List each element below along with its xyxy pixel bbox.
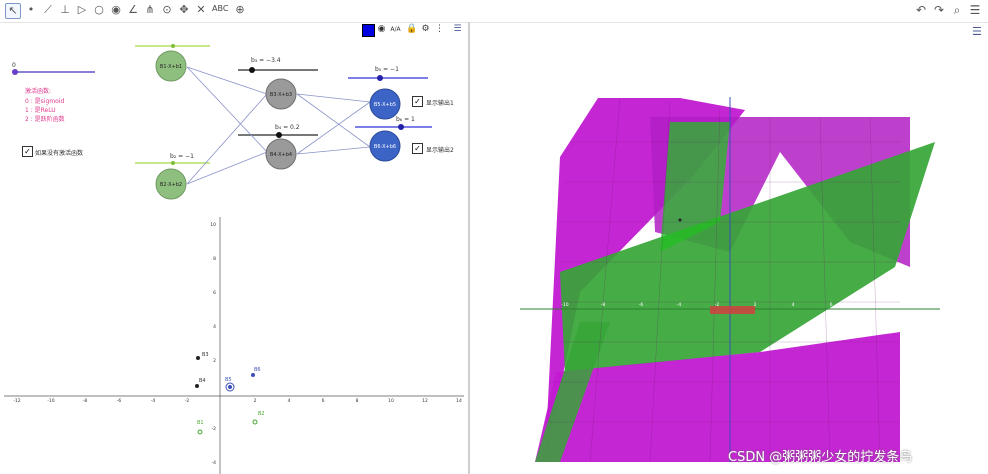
angle-tool-icon[interactable]: ∠ — [126, 3, 140, 17]
output2-checkbox[interactable]: ✓ — [412, 143, 423, 154]
3d-tick-label: 8 — [868, 302, 871, 308]
y-tick-label: -2 — [212, 426, 217, 432]
line-tool-icon[interactable]: ⟋ — [41, 3, 55, 17]
x-tick-label: -8 — [83, 398, 88, 404]
slider-b6-label: b₆ = 1 — [396, 116, 415, 123]
point-b2-label: B2 — [258, 411, 265, 417]
y-tick-label: 10 — [210, 222, 216, 228]
node-3-label: B3·X+b3 — [270, 92, 292, 98]
graphics-3d-view[interactable]: -10 -8 -6 -4 -2 2 4 6 8 — [470, 22, 988, 474]
slider-tool-icon[interactable]: ⊙ — [160, 3, 174, 17]
output1-label: 显示输出1 — [426, 100, 454, 107]
node-2-label: B2·X+b2 — [160, 182, 182, 188]
activation-option-1: 1 : 是ReLU — [25, 107, 56, 114]
slider-b5-label: b₅ = −1 — [375, 66, 399, 73]
output2-label: 显示输出2 — [426, 147, 454, 154]
point-b5[interactable] — [228, 385, 232, 389]
x-tick-label: -10 — [47, 398, 54, 404]
move-tool-icon[interactable]: ↖ — [5, 3, 21, 19]
watermark: CSDN @粥粥粥少女的拧发条鸟 — [728, 450, 913, 465]
circle-tool-icon[interactable]: ○ — [92, 3, 106, 17]
point-b3-label: B3 — [202, 352, 209, 358]
y-tick-labels: 10 8 6 4 2 -2 -4 — [210, 222, 216, 466]
point-b1[interactable] — [197, 429, 203, 435]
3d-tick-label: -2 — [715, 302, 720, 308]
point-b6[interactable] — [251, 373, 255, 377]
x-tick-label: 6 — [322, 398, 325, 404]
no-activation-checkbox[interactable]: ✓ — [22, 146, 33, 157]
activation-option-0: 0 : 是sigmoid — [25, 98, 65, 105]
polygon-tool-icon[interactable]: ▷ — [75, 3, 89, 17]
3d-tick-label: 2 — [754, 302, 757, 308]
node-6-label: B6·X+b6 — [374, 144, 396, 150]
x-tick-label: -6 — [117, 398, 122, 404]
slider-b4-handle[interactable] — [276, 132, 282, 138]
node-1-label: B1·X+b1 — [160, 64, 182, 70]
y-tick-label: -4 — [212, 460, 217, 466]
3d-cursor-point — [678, 218, 682, 222]
conic-tool-icon[interactable]: ◉ — [109, 3, 123, 17]
point-b3[interactable] — [196, 356, 200, 360]
slider-b6-handle[interactable] — [398, 124, 404, 130]
menu-icon[interactable]: ☰ — [968, 3, 982, 17]
y-tick-label: 6 — [213, 290, 216, 296]
graphics-view[interactable]: B1·X+b1 B2·X+b2 B3·X+b3 B4·X+b4 B5·X+b5 … — [0, 22, 468, 474]
x-tick-label: 12 — [422, 398, 428, 404]
point-b2[interactable] — [252, 419, 258, 425]
3d-tick-label: -4 — [677, 302, 682, 308]
x-tick-label: 14 — [456, 398, 462, 404]
point-b4[interactable] — [195, 384, 199, 388]
output1-checkbox[interactable]: ✓ — [412, 96, 423, 107]
slider-b3-handle[interactable] — [249, 67, 255, 73]
reflect-tool-icon[interactable]: ⋔ — [143, 3, 157, 17]
point-tool-icon[interactable]: • — [24, 3, 38, 17]
perpendicular-tool-icon[interactable]: ⊥ — [58, 3, 72, 17]
activation-option-2: 2 : 是跃阶函数 — [25, 116, 65, 123]
3d-tick-label: -8 — [601, 302, 606, 308]
point-b1-label: B1 — [197, 420, 204, 426]
slider-b2-handle[interactable] — [171, 161, 175, 165]
3d-tick-label: 6 — [830, 302, 833, 308]
search-icon[interactable]: ⌕ — [950, 3, 964, 18]
node-4-label: B4·X+b4 — [270, 152, 292, 158]
text-tool[interactable]: ABC — [212, 4, 228, 13]
slider-b2-label: b₂ = −1 — [170, 153, 194, 160]
y-tick-label: 2 — [213, 358, 216, 364]
y-tick-label: 4 — [213, 324, 216, 330]
slider-b3-label: b₃ = −3.4 — [251, 57, 281, 64]
undo-icon[interactable]: ↶ — [914, 3, 928, 17]
node-5-label: B5·X+b5 — [374, 102, 396, 108]
x-tick-label: 8 — [356, 398, 359, 404]
zoom-tool-icon[interactable]: ⊕ — [233, 3, 247, 17]
slider-a-value: 0 — [12, 62, 16, 69]
move-graphics-tool-icon[interactable]: ✥ — [177, 3, 191, 17]
y-tick-label: 8 — [213, 256, 216, 262]
x-tick-labels: -12 -10 -8 -6 -4 -2 2 4 6 8 10 12 14 — [13, 398, 462, 404]
x-tick-label: 10 — [388, 398, 394, 404]
activation-title: 激活函数: — [25, 88, 52, 95]
point-b5-label: B5 — [225, 377, 232, 383]
3d-tick-label: 4 — [792, 302, 795, 308]
x-tick-label: 2 — [254, 398, 257, 404]
slider-b4-label: b₄ = 0.2 — [275, 124, 300, 131]
x-tick-label: -2 — [185, 398, 190, 404]
intersect-tool-icon[interactable]: ✕ — [194, 3, 208, 17]
toolbar: ↖ • ⟋ ⊥ ▷ ○ ◉ ∠ ⋔ ⊙ ✥ ✕ ABC ⊕ ↶ ↷ ⌕ ☰ — [0, 0, 988, 23]
point-b6-label: B6 — [254, 367, 261, 373]
3d-tick-label: -10 — [561, 302, 568, 308]
no-activation-label: 如果没有激活函数 — [35, 150, 84, 157]
x-tick-label: -4 — [151, 398, 156, 404]
point-b4-label: B4 — [199, 378, 206, 384]
x-tick-label: -12 — [13, 398, 20, 404]
3d-tick-label: -6 — [639, 302, 644, 308]
x-tick-label: 4 — [288, 398, 291, 404]
slider-b1-handle[interactable] — [171, 44, 175, 48]
slider-b5-handle[interactable] — [377, 75, 383, 81]
slider-a-handle[interactable] — [12, 69, 18, 75]
redo-icon[interactable]: ↷ — [932, 3, 946, 17]
